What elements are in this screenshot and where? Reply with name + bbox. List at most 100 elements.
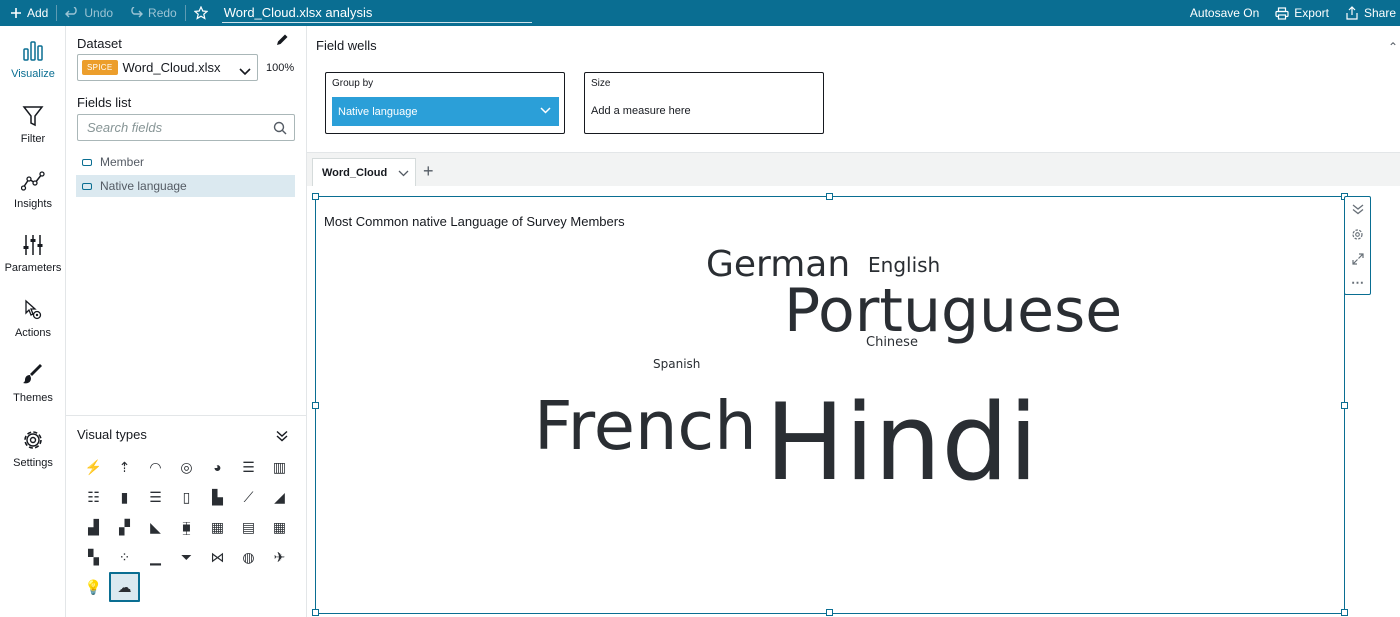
undo-button[interactable]: Undo: [57, 0, 121, 26]
collapse-visual-icon[interactable]: [1345, 197, 1370, 221]
resize-handle[interactable]: [826, 609, 833, 616]
tree-map-icon[interactable]: ▚: [78, 542, 109, 572]
add-sheet-button[interactable]: +: [423, 162, 434, 180]
rail-item-filter[interactable]: Filter: [0, 97, 66, 155]
rail-item-insights[interactable]: Insights: [0, 162, 66, 220]
export-label: Export: [1294, 6, 1329, 20]
spice-badge: SPICE: [82, 60, 118, 75]
word-spanish[interactable]: Spanish: [653, 358, 700, 370]
favorite-star-button[interactable]: [186, 0, 216, 26]
analysis-title-input[interactable]: Word_Cloud.xlsx analysis: [221, 3, 532, 23]
dataset-select[interactable]: SPICE Word_Cloud.xlsx: [77, 54, 258, 81]
visual-types-grid: ⚡ ⇡ ◠ ◎ ◕ ☰ ▥ ☷ ▮ ☰ ▯ ▙ ⟋ ◢ ▟ ▞ ◣ ⧯ ▦ ▤ …: [78, 452, 298, 602]
spice-percent: 100%: [266, 62, 295, 74]
star-icon: [193, 6, 208, 20]
autograph-icon[interactable]: ⚡: [78, 452, 109, 482]
horizontal-bar-icon[interactable]: ☰: [233, 452, 264, 482]
clustered-bar-icon[interactable]: ☷: [78, 482, 109, 512]
rail-item-actions[interactable]: Actions: [0, 291, 66, 349]
rail-item-settings[interactable]: Settings: [0, 421, 66, 479]
bar-line-icon[interactable]: ▟: [78, 512, 109, 542]
chevron-down-icon: [239, 63, 251, 81]
autosave-label: Autosave On: [1189, 6, 1260, 20]
autosave-toggle[interactable]: Autosave On: [1182, 0, 1267, 26]
word-french[interactable]: French: [534, 393, 757, 460]
field-item-member[interactable]: Member: [76, 151, 295, 173]
funnel-chart-icon[interactable]: ⏷: [171, 542, 202, 572]
table-icon[interactable]: ▦: [264, 512, 295, 542]
pie-icon[interactable]: ◕: [202, 452, 233, 482]
resize-handle[interactable]: [312, 609, 319, 616]
chevron-down-icon: [540, 105, 551, 117]
word-portuguese[interactable]: Portuguese: [784, 281, 1122, 341]
combo-chart-icon[interactable]: ▙: [202, 482, 233, 512]
search-fields-input[interactable]: Search fields: [77, 114, 295, 141]
expand-icon[interactable]: [1345, 247, 1370, 271]
kpi-icon[interactable]: ⇡: [109, 452, 140, 482]
tab-word-cloud[interactable]: Word_Cloud: [312, 158, 416, 186]
heat-map-icon[interactable]: ▦: [202, 512, 233, 542]
add-button[interactable]: Add: [0, 0, 56, 26]
resize-handle[interactable]: [312, 402, 319, 409]
field-item-native-language[interactable]: Native language: [76, 175, 295, 197]
visual-title: Most Common native Language of Survey Me…: [324, 214, 625, 229]
more-options-icon[interactable]: ⋯: [1345, 271, 1370, 295]
field-wells-title: Field wells: [316, 38, 377, 53]
area-chart-icon[interactable]: ◢: [264, 482, 295, 512]
filled-map-icon[interactable]: ◍: [233, 542, 264, 572]
group-by-value: Native language: [338, 105, 418, 118]
pointer-gear-icon: [20, 297, 46, 323]
vertical-bar-icon[interactable]: ▥: [264, 452, 295, 482]
resize-handle[interactable]: [826, 193, 833, 200]
group-by-well[interactable]: Group by Native language: [325, 72, 565, 134]
edit-pencil-icon[interactable]: [275, 33, 289, 52]
geo-map-icon[interactable]: ✈: [264, 542, 295, 572]
sliders-icon: [20, 232, 46, 258]
insight-bulb-icon[interactable]: 💡: [78, 572, 109, 602]
sankey-icon[interactable]: ⋈: [202, 542, 233, 572]
resize-handle[interactable]: [1341, 402, 1348, 409]
rail-item-themes[interactable]: Themes: [0, 356, 66, 414]
stacked-vertical-icon[interactable]: ▯: [171, 482, 202, 512]
resize-handle[interactable]: [1341, 609, 1348, 616]
donut-icon[interactable]: ◎: [171, 452, 202, 482]
word-cloud-icon[interactable]: ☁: [109, 572, 140, 602]
fields-list-heading: Fields list: [77, 95, 132, 110]
sheet-tabs: Word_Cloud +: [307, 154, 1400, 186]
word-english[interactable]: English: [868, 255, 940, 275]
navigation-rail: Visualize Filter Insights Parameters Act…: [0, 26, 66, 617]
export-button[interactable]: Export: [1267, 0, 1337, 26]
rail-label: Filter: [20, 133, 46, 145]
rail-item-visualize[interactable]: Visualize: [0, 32, 66, 90]
rail-item-parameters[interactable]: Parameters: [0, 226, 66, 284]
scatter-plot-icon[interactable]: ⁘: [109, 542, 140, 572]
group-by-label: Group by: [332, 78, 374, 89]
add-label: Add: [27, 6, 49, 20]
chevron-down-icon[interactable]: [398, 168, 409, 180]
stacked-horizontal-icon[interactable]: ☰: [140, 482, 171, 512]
share-button[interactable]: Share: [1337, 0, 1400, 26]
stacked-bar-icon[interactable]: ▮: [109, 482, 140, 512]
size-well[interactable]: Size Add a measure here: [584, 72, 824, 134]
format-visual-gear-icon[interactable]: [1345, 222, 1370, 246]
gauge-icon[interactable]: ◠: [140, 452, 171, 482]
box-plot-icon[interactable]: ⧯: [171, 512, 202, 542]
bar-chart-icon: [20, 38, 46, 64]
resize-handle[interactable]: [312, 193, 319, 200]
visual-types-heading: Visual types: [77, 427, 147, 442]
word-hindi[interactable]: Hindi: [765, 390, 1038, 496]
line-chart-icon[interactable]: ⟋: [233, 482, 264, 512]
tab-label: Word_Cloud: [322, 166, 388, 179]
histogram-icon[interactable]: ▁: [140, 542, 171, 572]
printer-icon: [1275, 6, 1289, 20]
collapse-wells-icon[interactable]: ⌃: [1388, 40, 1398, 54]
word-chinese[interactable]: Chinese: [866, 336, 918, 349]
bar-line-alt-icon[interactable]: ▞: [109, 512, 140, 542]
redo-button[interactable]: Redo: [121, 0, 185, 26]
group-by-field-chip[interactable]: Native language: [332, 97, 559, 126]
collapse-chevron-icon[interactable]: [275, 429, 289, 447]
dimension-tag-icon: [82, 158, 92, 166]
stacked-area-icon[interactable]: ◣: [140, 512, 171, 542]
pivot-table-icon[interactable]: ▤: [233, 512, 264, 542]
word-cloud-visual[interactable]: Most Common native Language of Survey Me…: [312, 193, 1348, 616]
